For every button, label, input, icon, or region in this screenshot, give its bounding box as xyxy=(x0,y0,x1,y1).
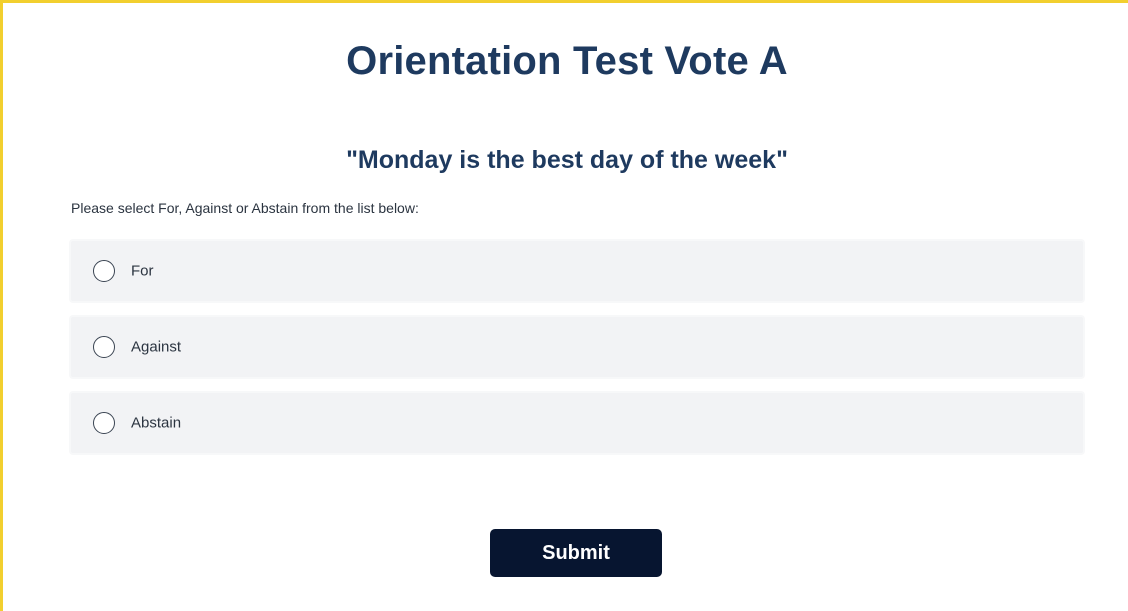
option-against[interactable]: Against xyxy=(69,315,1085,379)
option-for[interactable]: For xyxy=(69,239,1085,303)
option-label: Against xyxy=(131,338,182,356)
radio-unchecked-icon[interactable] xyxy=(93,412,115,434)
instruction-text: Please select For, Against or Abstain fr… xyxy=(71,200,419,216)
options-list: For Against Abstain xyxy=(69,239,1085,467)
submit-button[interactable]: Submit xyxy=(490,529,662,577)
page-title: Orientation Test Vote A xyxy=(346,39,788,83)
radio-unchecked-icon[interactable] xyxy=(93,336,115,358)
option-label: Abstain xyxy=(131,414,182,432)
vote-question: "Monday is the best day of the week" xyxy=(346,146,788,174)
option-label: For xyxy=(131,262,154,280)
vote-panel: Orientation Test Vote A "Monday is the b… xyxy=(0,0,1128,611)
radio-unchecked-icon[interactable] xyxy=(93,260,115,282)
option-abstain[interactable]: Abstain xyxy=(69,391,1085,455)
